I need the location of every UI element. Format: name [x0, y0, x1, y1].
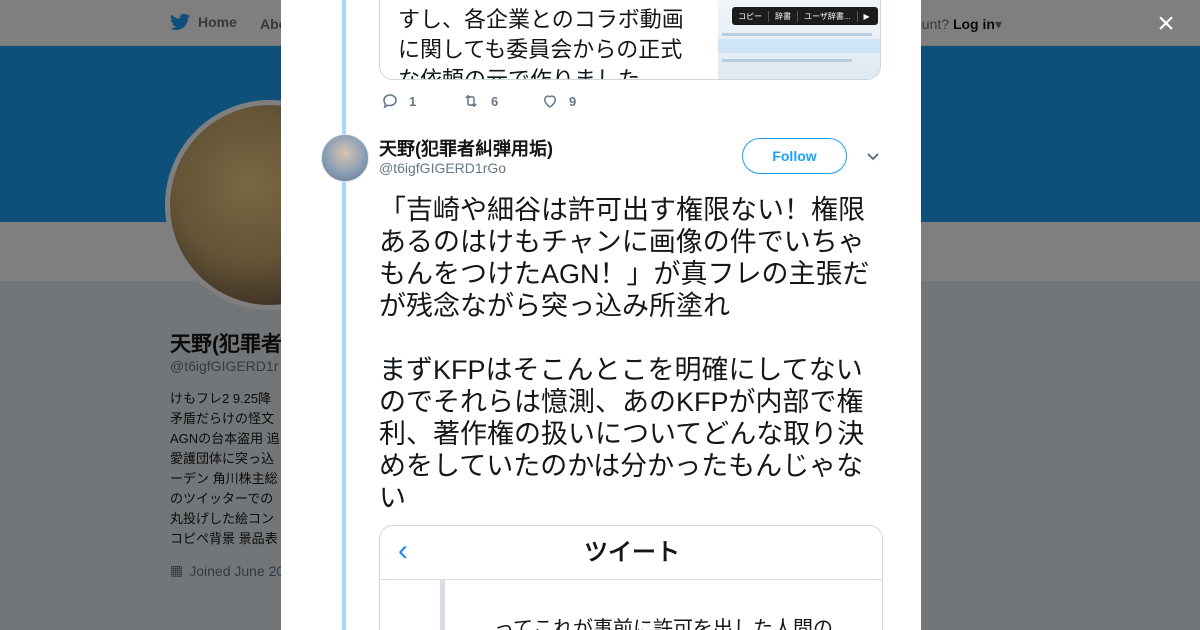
tweet-actions: 1 6 9 — [381, 92, 621, 110]
tweet-attached-image[interactable]: ‹ ツイート ってこれが事前に許可を出した人間の — [379, 525, 883, 630]
follow-button[interactable]: Follow — [742, 138, 847, 174]
context-menu-item: ▶ — [863, 11, 870, 21]
screenshot-body-text: ってこれが事前に許可を出した人間の — [494, 618, 833, 630]
like-count: 9 — [569, 93, 577, 109]
retweet-icon — [465, 94, 477, 108]
heart-icon — [543, 95, 557, 108]
author-handle[interactable]: @t6igfGIGERD1rGo — [379, 160, 506, 176]
reply-count: 1 — [409, 93, 417, 109]
quoted-tweet-image[interactable]: コピー 辞書 ユーザ辞書... ▶ — [718, 0, 880, 79]
screenshot-thread-bar — [440, 580, 445, 630]
screenshot-header: ‹ ツイート — [380, 526, 882, 580]
retweet-button[interactable]: 6 — [461, 92, 541, 110]
quoted-tweet-card[interactable]: すし、各企業とのコラボ動画に関しても委員会からの正式な依頼の元で作りました。 コ… — [379, 0, 881, 80]
chevron-down-icon[interactable] — [865, 148, 881, 164]
tweet-modal: すし、各企業とのコラボ動画に関しても委員会からの正式な依頼の元で作りました。 コ… — [281, 0, 921, 630]
tweet-text: 「吉崎や細谷は許可出す権限ない！権限あるのはけもチャンに画像の件でいちゃもんをつ… — [379, 195, 870, 513]
author-avatar[interactable] — [321, 134, 369, 182]
image-text-line — [722, 33, 872, 36]
reply-icon — [383, 94, 397, 109]
close-icon[interactable]: × — [1152, 9, 1180, 39]
context-menu-item: コピー — [732, 10, 769, 22]
context-menu-item: ユーザ辞書... — [798, 10, 858, 22]
context-menu: コピー 辞書 ユーザ辞書... ▶ — [732, 7, 878, 25]
context-menu-item: 辞書 — [769, 10, 798, 22]
image-text-line — [722, 59, 852, 62]
retweet-count: 6 — [491, 93, 499, 109]
screenshot-title: ツイート — [584, 539, 680, 566]
author-name[interactable]: 天野(犯罪者糾弾用垢) — [379, 135, 553, 161]
quoted-tweet-text: すし、各企業とのコラボ動画に関しても委員会からの正式な依頼の元で作りました。 — [398, 7, 684, 80]
image-selection — [718, 39, 880, 53]
thread-line — [342, 0, 346, 630]
like-button[interactable]: 9 — [541, 92, 621, 110]
reply-button[interactable]: 1 — [381, 92, 461, 110]
